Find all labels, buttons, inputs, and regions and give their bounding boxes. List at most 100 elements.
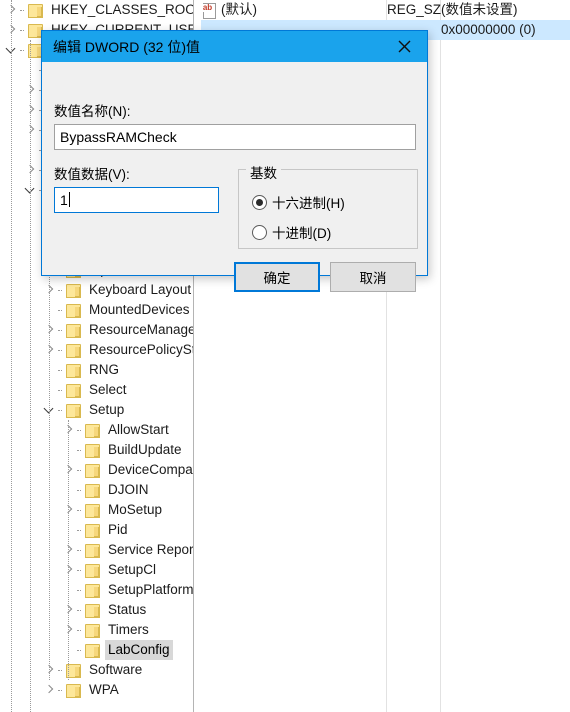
value-name-text: (默认) (221, 2, 257, 17)
tree-connector (58, 300, 65, 320)
tree-item-label: WPA (89, 682, 119, 697)
folder-icon (65, 403, 81, 418)
tree-item[interactable]: WPA (0, 680, 193, 700)
chevron-right-icon[interactable] (61, 540, 77, 560)
close-icon[interactable] (382, 31, 427, 62)
tree-item[interactable]: ResourceManager (0, 320, 193, 340)
value-name-label: 数值名称(N): (54, 104, 131, 119)
value-name-input[interactable]: BypassRAMCheck (54, 124, 416, 150)
tree-item[interactable]: HKEY_CLASSES_ROOT (0, 0, 193, 20)
tree-item[interactable]: Software (0, 660, 193, 680)
radio-hexadecimal[interactable]: 十六进制(H) (252, 192, 345, 212)
edit-dword-dialog: 编辑 DWORD (32 位)值 数值名称(N): BypassRAMCheck… (41, 30, 428, 292)
tree-item-label: SetupCl (108, 562, 157, 577)
tree-item[interactable]: Keyboard Layout (0, 280, 193, 300)
tree-item[interactable]: SetupPlatform (0, 580, 193, 600)
tree-item[interactable]: ResourcePolicyStore (0, 340, 193, 360)
radio-decimal[interactable]: 十进制(D) (252, 222, 331, 242)
folder-icon (84, 603, 100, 618)
tree-item-label: ResourcePolicyStore (89, 342, 193, 357)
chevron-right-icon[interactable] (42, 320, 58, 340)
folder-icon (84, 483, 100, 498)
tree-item[interactable]: Timers (0, 620, 193, 640)
chevron-right-icon[interactable] (61, 600, 77, 620)
folder-icon (65, 283, 81, 298)
tree-item-label: DJOIN (108, 482, 149, 497)
folder-icon (84, 583, 100, 598)
tree-item[interactable]: DeviceCompat (0, 460, 193, 480)
tree-connector (20, 20, 27, 40)
tree-item[interactable]: AllowStart (0, 420, 193, 440)
registry-editor-window: HKEY_CLASSES_ROOTHKEY_CURRENT_USERHKEY_L… (0, 0, 570, 712)
dialog-title-bar[interactable]: 编辑 DWORD (32 位)值 (42, 31, 427, 62)
tree-item[interactable]: Status (0, 600, 193, 620)
tree-item[interactable]: Service Reporting (0, 540, 193, 560)
chevron-down-icon[interactable] (23, 180, 39, 200)
tree-item[interactable]: LabConfig (0, 640, 193, 660)
chevron-right-icon[interactable] (42, 340, 58, 360)
cancel-button[interactable]: 取消 (330, 262, 416, 292)
chevron-right-icon[interactable] (23, 120, 39, 140)
value-list-row[interactable]: ab (默认) REG_SZ (数值未设置) (201, 0, 570, 20)
tree-item[interactable]: BuildUpdate (0, 440, 193, 460)
radio-decimal-indicator (252, 224, 267, 240)
tree-item[interactable]: MoSetup (0, 500, 193, 520)
value-data-input[interactable]: 1 (54, 187, 219, 213)
chevron-right-icon[interactable] (23, 160, 39, 180)
tree-item-label: AllowStart (108, 422, 169, 437)
chevron-right-icon[interactable] (61, 500, 77, 520)
chevron-right-icon[interactable] (61, 460, 77, 480)
tree-item[interactable]: SetupCl (0, 560, 193, 580)
folder-icon (65, 383, 81, 398)
tree-connector (58, 320, 65, 340)
chevron-right-icon[interactable] (4, 20, 20, 40)
radio-hexadecimal-label: 十六进制(H) (272, 196, 345, 211)
ok-button[interactable]: 确定 (234, 262, 320, 292)
tree-connector (77, 600, 84, 620)
tree-connector (77, 560, 84, 580)
chevron-down-icon[interactable] (42, 400, 58, 420)
chevron-right-icon[interactable] (61, 420, 77, 440)
radix-legend: 基数 (246, 162, 281, 182)
chevron-right-icon[interactable] (42, 680, 58, 700)
folder-icon (84, 503, 100, 518)
chevron-right-icon[interactable] (42, 660, 58, 680)
chevron-right-icon[interactable] (61, 560, 77, 580)
folder-icon (65, 363, 81, 378)
folder-icon (84, 543, 100, 558)
tree-connector (77, 480, 84, 500)
tree-connector (58, 400, 65, 420)
tree-item[interactable]: Pid (0, 520, 193, 540)
value-data-label: 数值数据(V): (54, 167, 130, 182)
tree-connector (77, 620, 84, 640)
dialog-body: 数值名称(N): BypassRAMCheck 数值数据(V): 1 基数 十六… (42, 62, 427, 292)
tree-item[interactable]: Setup (0, 400, 193, 420)
tree-connector (77, 640, 84, 660)
string-value-icon: ab (201, 2, 217, 19)
chevron-right-icon[interactable] (23, 80, 39, 100)
tree-connector (58, 340, 65, 360)
tree-item[interactable]: RNG (0, 360, 193, 380)
chevron-right-icon[interactable] (42, 280, 58, 300)
tree-item[interactable]: Select (0, 380, 193, 400)
tree-connector (77, 540, 84, 560)
tree-item-label: SetupPlatform (108, 582, 193, 597)
chevron-right-icon[interactable] (23, 100, 39, 120)
tree-connector (77, 520, 84, 540)
tree-connector (58, 660, 65, 680)
tree-item[interactable]: MountedDevices (0, 300, 193, 320)
value-data-cell: (数值未设置) (441, 2, 518, 17)
chevron-right-icon[interactable] (4, 0, 20, 20)
radio-hexadecimal-indicator (252, 194, 267, 210)
tree-item-label: LabConfig (105, 640, 173, 660)
chevron-right-icon[interactable] (61, 620, 77, 640)
chevron-down-icon[interactable] (4, 40, 20, 60)
tree-item[interactable]: DJOIN (0, 480, 193, 500)
